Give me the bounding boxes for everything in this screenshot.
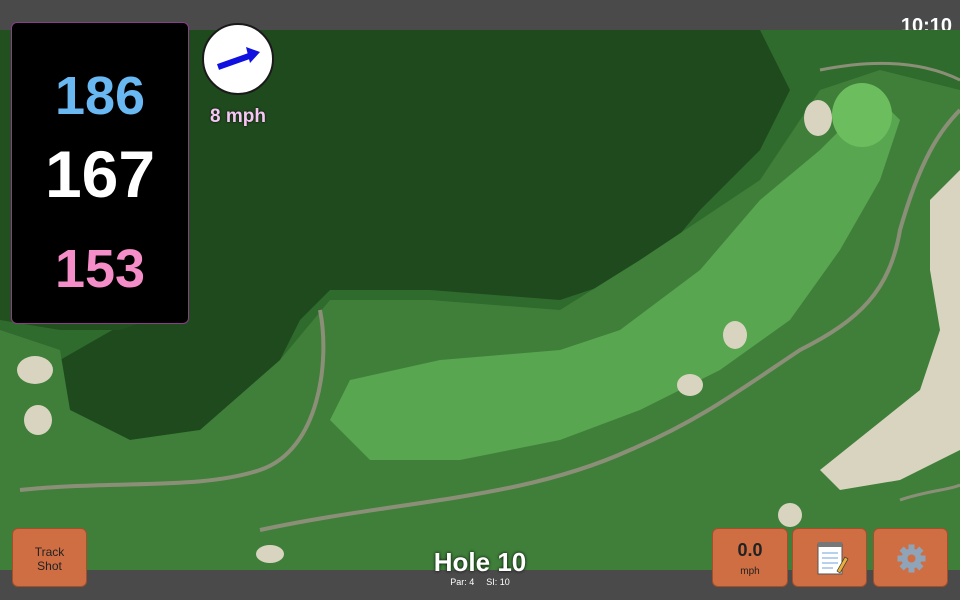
track-shot-button[interactable]: Track Shot [12, 528, 87, 587]
hole-title: Hole 10 [433, 547, 527, 577]
speed-button[interactable]: 0.0 mph [712, 528, 788, 587]
gear-icon [897, 544, 926, 573]
bunker [804, 100, 832, 136]
middle-distance: 167 [44, 137, 156, 211]
bunker [677, 374, 703, 396]
bunker [24, 405, 52, 435]
hole-si: SI: 10 [486, 577, 510, 587]
wind-dial [202, 23, 274, 95]
wind-speed: 8 mph [210, 106, 266, 127]
front-distance: 153 [54, 239, 146, 299]
notepad-icon [817, 542, 849, 575]
green [832, 83, 892, 147]
back-distance: 186 [54, 66, 146, 126]
speed-value: 0.0 [737, 540, 763, 560]
settings-button[interactable] [873, 528, 948, 587]
bunker [723, 321, 747, 349]
bunker [256, 545, 284, 563]
notes-button[interactable] [792, 528, 867, 587]
speed-unit: mph [740, 566, 760, 577]
bunker [778, 503, 802, 527]
wind-direction-arrow-icon [217, 47, 260, 70]
hole-meta: Par: 4 SI: 10 [380, 577, 580, 587]
distance-panel: 186 167 153 [11, 22, 189, 324]
bunker [17, 356, 53, 384]
track-shot-label: Track Shot [34, 545, 65, 573]
hole-par: Par: 4 [450, 577, 475, 587]
